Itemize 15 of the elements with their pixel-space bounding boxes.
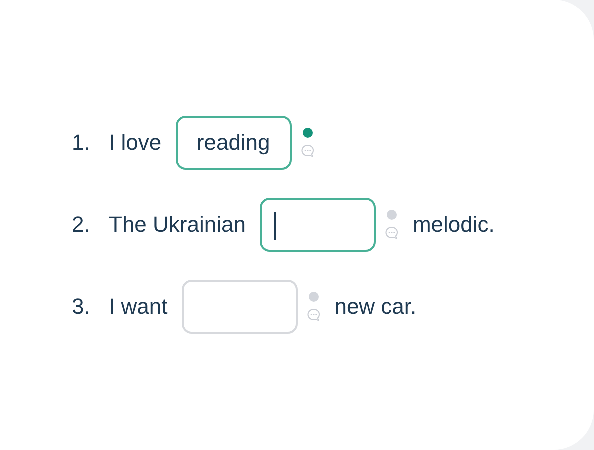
sentence-text: melodic. — [412, 212, 495, 238]
comment-icon[interactable] — [384, 226, 399, 240]
item-number: 3. — [72, 294, 92, 320]
text-caret-icon — [274, 212, 276, 240]
comment-icon[interactable] — [300, 144, 315, 158]
answer-field[interactable] — [260, 198, 376, 252]
sentence-text: The Ukrainian — [109, 212, 246, 238]
sentence-text: I love — [109, 130, 162, 156]
comment-icon[interactable] — [306, 308, 321, 322]
answer-field[interactable]: reading — [176, 116, 292, 170]
item-number: 2. — [72, 212, 92, 238]
answer-field[interactable] — [182, 280, 298, 334]
item-number: 1. — [72, 130, 92, 156]
sentence-text: I want — [109, 294, 168, 320]
sentence-text: new car. — [334, 294, 417, 320]
